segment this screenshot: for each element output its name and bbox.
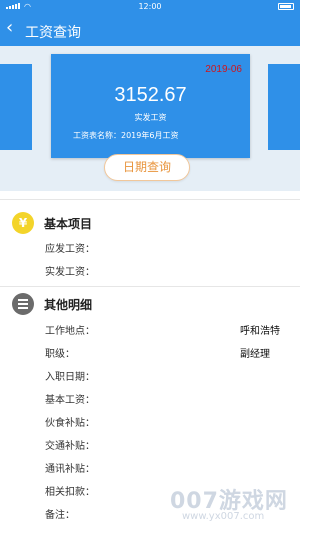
- salary-card: 2019-06 3152.67 实发工资 工资表名称：2019年6月工资: [51, 54, 250, 158]
- date-query-button[interactable]: 日期查询: [104, 154, 190, 181]
- row-label: 应发工资：: [45, 244, 95, 255]
- other-section-title: 其他明细: [44, 297, 93, 312]
- nav-bar: ‹ 工资查询: [0, 14, 300, 46]
- salary-month: 2019-06: [205, 64, 242, 75]
- back-button[interactable]: ‹: [6, 19, 13, 37]
- page-title: 工资查询: [25, 25, 81, 41]
- divider: [0, 199, 300, 200]
- status-time: 12:00: [138, 2, 162, 11]
- salary-amount-label: 实发工资: [134, 113, 167, 122]
- row-label: 工作地点：: [45, 326, 95, 337]
- row-label: 相关扣款：: [45, 487, 95, 498]
- row-label: 实发工资：: [45, 267, 95, 278]
- row-label: 入职日期：: [45, 372, 95, 383]
- row-label: 交通补贴：: [45, 441, 95, 452]
- watermark-url: www.yx007.com: [182, 511, 265, 522]
- row-value: 呼和浩特: [240, 326, 280, 337]
- basic-section-header: ¥ 基本项目: [12, 212, 92, 234]
- sheet-value: 2019年6月工资: [121, 131, 179, 140]
- salary-amount: 3152.67: [114, 84, 187, 106]
- row-label: 伙食补贴：: [45, 418, 95, 429]
- menu-icon: [12, 293, 34, 315]
- row-label: 职级：: [45, 349, 75, 360]
- battery-icon: [278, 3, 294, 10]
- row-label: 通讯补贴：: [45, 464, 95, 475]
- status-bar: ◠ 12:00: [0, 0, 300, 14]
- salary-sheet-name: 工资表名称：2019年6月工资: [73, 130, 178, 141]
- basic-section-title: 基本项目: [44, 216, 93, 231]
- row-value: 副经理: [240, 349, 270, 360]
- divider: [0, 286, 300, 287]
- carousel-card-next[interactable]: [268, 64, 300, 150]
- row-label: 基本工资：: [45, 395, 95, 406]
- yen-icon: ¥: [12, 212, 34, 234]
- sheet-label: 工资表名称：: [73, 131, 121, 140]
- row-label: 备注：: [45, 510, 75, 521]
- carousel-card-prev[interactable]: [0, 64, 32, 150]
- other-section-header: 其他明细: [12, 293, 92, 315]
